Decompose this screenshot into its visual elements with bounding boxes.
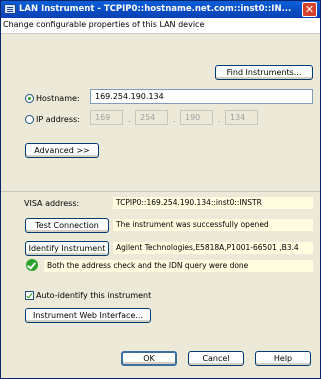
cancel-button[interactable]: Cancel [188, 351, 244, 366]
dialog-subtitle: Change configurable properties of this L… [3, 20, 205, 29]
success-check-icon [26, 259, 38, 271]
ip-dot: . [218, 115, 221, 124]
ip-octet-1[interactable]: 169 [90, 110, 123, 125]
divider [1, 191, 320, 192]
ip-octet-3[interactable]: 190 [180, 110, 213, 125]
ok-button[interactable]: OK [121, 351, 177, 366]
hostname-radio[interactable] [25, 94, 34, 103]
instrument-web-interface-button[interactable]: Instrument Web Interface... [25, 308, 151, 323]
visa-address-label: VISA address: [24, 199, 80, 208]
app-icon [4, 4, 16, 14]
title-bar[interactable]: LAN Instrument - TCPIP0::hostname.net.co… [1, 1, 320, 18]
hostname-label: Hostname: [36, 94, 80, 103]
hostname-field[interactable]: 169.254.190.134 [90, 89, 313, 104]
close-button[interactable]: ✕ [302, 2, 317, 17]
auto-identify-label: Auto-identify this instrument [36, 291, 152, 300]
visa-address-value: TCPIP0::169.254.190.134::inst0::INSTR [113, 197, 313, 209]
ip-octet-4[interactable]: 134 [225, 110, 258, 125]
ip-octet-2[interactable]: 254 [135, 110, 168, 125]
window-title: LAN Instrument - TCPIP0::hostname.net.co… [19, 4, 292, 14]
identify-result: Agilent Technologies,E5818A,P1001-66501 … [113, 242, 313, 254]
identify-instrument-button[interactable]: Identify Instrument [25, 241, 109, 256]
help-button[interactable]: Help [255, 351, 311, 366]
auto-identify-checkbox[interactable] [25, 291, 34, 300]
status-message: Both the address check and the IDN query… [44, 260, 313, 272]
dialog-subtitle-area: Change configurable properties of this L… [1, 18, 320, 34]
ip-address-label: IP address: [36, 115, 80, 124]
ip-dot: . [173, 115, 176, 124]
ip-address-radio[interactable] [25, 115, 34, 124]
advanced-button[interactable]: Advanced >> [25, 143, 99, 158]
find-instruments-button[interactable]: Find Instruments... [215, 65, 313, 80]
test-connection-button[interactable]: Test Connection [25, 218, 109, 233]
test-connection-result: The instrument was successfully opened [113, 219, 313, 231]
ip-dot: . [128, 115, 131, 124]
lan-instrument-dialog: LAN Instrument - TCPIP0::hostname.net.co… [0, 0, 321, 379]
